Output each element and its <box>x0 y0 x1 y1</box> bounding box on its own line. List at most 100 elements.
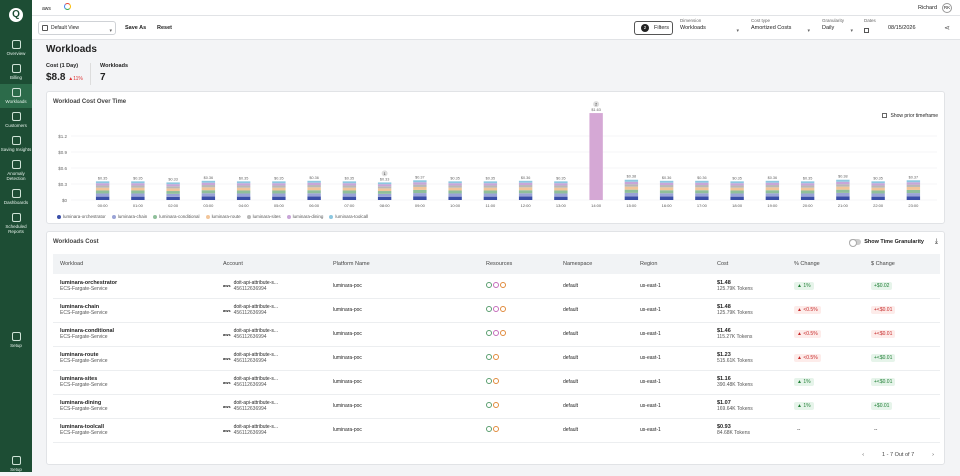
bar-segment[interactable] <box>554 185 568 188</box>
legend-item[interactable]: luminara-dining <box>286 214 323 219</box>
bar-segment[interactable] <box>624 196 639 200</box>
dates-picker[interactable]: Dates 08/15/2026 <box>864 18 938 38</box>
bar-segment[interactable] <box>659 182 674 186</box>
sidebar-item-saving-insights[interactable]: Saving Insights <box>0 132 32 156</box>
bar-segment[interactable] <box>236 183 251 186</box>
table-row[interactable]: luminara-sites ECS-Fargate-Service aws doit… <box>53 370 940 395</box>
bar-segment[interactable] <box>413 189 427 194</box>
bar-segment[interactable] <box>518 180 533 183</box>
bar-segment[interactable] <box>765 185 780 188</box>
bar-segment[interactable] <box>307 193 321 197</box>
bar-segment[interactable] <box>800 183 815 186</box>
bar-segment[interactable] <box>695 190 709 194</box>
bar-segment[interactable] <box>624 181 639 185</box>
resources-cell[interactable] <box>479 394 556 419</box>
bar-segment[interactable] <box>377 196 392 200</box>
filters-button[interactable]: 2 Filters <box>634 21 673 35</box>
table-row[interactable]: luminara-dining ECS-Fargate-Service aws doi… <box>53 394 940 419</box>
column-header-cost[interactable]: Cost <box>710 254 787 274</box>
sidebar-item-setup-bottom[interactable]: Setup <box>0 452 32 476</box>
bar-segment[interactable] <box>624 186 639 190</box>
sidebar-item-scheduled-reports[interactable]: Scheduled Reports <box>0 209 32 238</box>
bar-segment[interactable] <box>554 196 568 200</box>
bar-segment[interactable] <box>518 182 533 186</box>
bar-segment[interactable] <box>624 192 639 197</box>
bar-segment[interactable] <box>307 180 321 183</box>
bar-segment[interactable] <box>659 180 674 183</box>
prev-page-button[interactable]: ‹ <box>862 452 864 458</box>
bar-segment[interactable] <box>730 183 744 186</box>
bar-segment[interactable] <box>201 190 216 194</box>
bar-segment[interactable] <box>413 184 427 187</box>
bar-segment[interactable] <box>307 185 321 188</box>
bar-segment[interactable] <box>871 181 885 184</box>
bar-segment[interactable] <box>377 184 392 187</box>
bar-segment[interactable] <box>800 181 815 184</box>
granularity-select[interactable]: Granularity Daily ▾ <box>822 18 856 38</box>
app-logo[interactable]: Q <box>9 8 23 22</box>
bar-segment[interactable] <box>906 184 921 187</box>
bar-segment[interactable] <box>906 180 921 183</box>
bar-segment[interactable] <box>342 185 357 188</box>
tab-gcp[interactable] <box>58 0 77 15</box>
bar-segment[interactable] <box>730 187 744 191</box>
time-granularity-toggle[interactable]: Show Time Granularity <box>849 239 924 247</box>
bar-segment[interactable] <box>236 193 251 197</box>
bar-segment[interactable] <box>201 185 216 188</box>
bar-segment[interactable] <box>765 193 780 197</box>
bar-segment[interactable] <box>906 189 921 194</box>
sidebar-item-setup[interactable]: Setup <box>0 328 32 352</box>
bar-segment[interactable] <box>342 183 357 186</box>
bar-segment[interactable] <box>871 196 885 200</box>
bar-segment[interactable] <box>272 190 286 194</box>
bar-segment[interactable] <box>131 181 145 184</box>
bar-segment[interactable] <box>483 181 498 184</box>
bar-segment[interactable] <box>554 181 568 184</box>
bar-segment[interactable] <box>95 183 110 186</box>
table-row[interactable]: luminara-toolcall ECS-Fargate-Service aws d… <box>53 418 940 443</box>
cost-type-select[interactable]: Cost type Amortized Costs ▾ <box>751 18 813 38</box>
bar-segment[interactable] <box>800 193 815 197</box>
bar-segment[interactable] <box>377 188 392 192</box>
bar-segment[interactable] <box>307 182 321 186</box>
bar-segment[interactable] <box>201 182 216 186</box>
bar-segment[interactable] <box>377 182 392 185</box>
sidebar-item-billing[interactable]: Billing <box>0 60 32 84</box>
bar-segment[interactable] <box>800 190 815 194</box>
table-row[interactable]: luminara-orchestrator ECS-Fargate-Service… <box>53 274 940 299</box>
bar-segment[interactable] <box>659 196 674 200</box>
bar-segment[interactable] <box>730 181 744 184</box>
view-select[interactable]: Default View ▾ <box>38 21 116 35</box>
bar-segment[interactable] <box>871 183 885 186</box>
legend-item[interactable]: luminara-toolcall <box>329 214 368 219</box>
bar-segment[interactable] <box>272 183 286 186</box>
bar-segment[interactable] <box>95 187 110 191</box>
table-row[interactable]: luminara-conditional ECS-Fargate-Service a… <box>53 322 940 347</box>
column-header--change[interactable]: $ Change <box>864 254 940 274</box>
next-page-button[interactable]: › <box>932 452 934 458</box>
bar-segment[interactable] <box>95 193 110 197</box>
legend-item[interactable]: luminara-conditional <box>153 214 200 219</box>
bar-segment[interactable] <box>272 187 286 191</box>
bar-segment[interactable] <box>730 193 744 197</box>
bar-segment[interactable] <box>377 191 392 194</box>
bar-segment[interactable] <box>448 183 462 186</box>
bar-segment[interactable] <box>836 184 850 187</box>
bar-segment[interactable] <box>695 180 709 183</box>
bar-segment[interactable] <box>236 190 251 194</box>
bar-segment[interactable] <box>166 196 180 200</box>
bar-segment[interactable] <box>624 189 639 193</box>
bar-segment[interactable] <box>377 193 392 197</box>
column-header-namespace[interactable]: Namespace <box>556 254 633 274</box>
column-header--change[interactable]: % Change <box>787 254 864 274</box>
legend-item[interactable]: luminara-sites <box>246 214 281 219</box>
bar-segment[interactable] <box>836 179 850 182</box>
bar-segment[interactable] <box>272 196 286 200</box>
bar-segment[interactable] <box>166 188 180 192</box>
bar-segment[interactable] <box>483 183 498 186</box>
bar-segment[interactable] <box>518 190 533 194</box>
bar-segment[interactable] <box>307 190 321 194</box>
bar-segment[interactable] <box>624 179 639 182</box>
bar-segment[interactable] <box>518 187 533 191</box>
bar-segment[interactable] <box>166 191 180 194</box>
